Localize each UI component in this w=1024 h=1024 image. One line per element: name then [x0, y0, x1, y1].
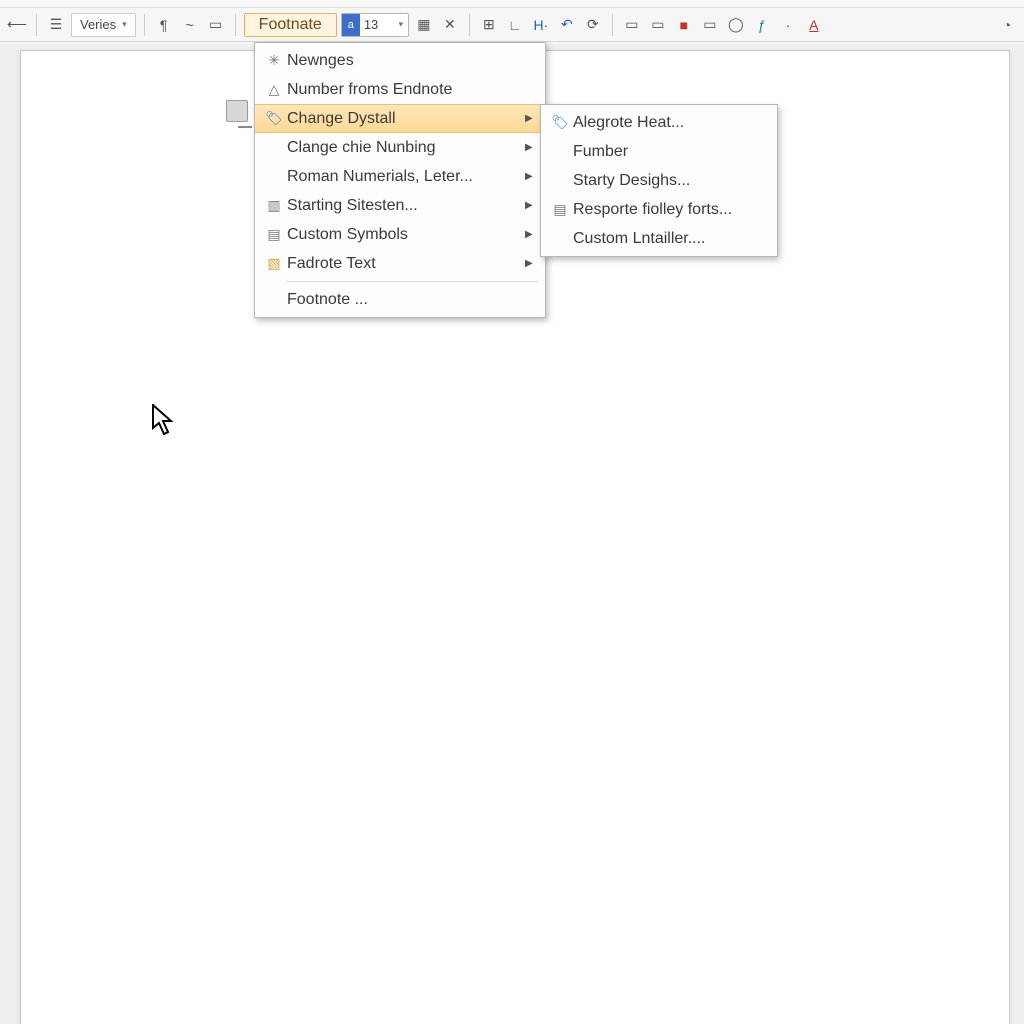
blank-icon: [261, 290, 287, 310]
submenu-item-custom-lntailler[interactable]: Custom Lntailler....: [541, 224, 777, 253]
submenu-arrow-icon: ▶: [525, 171, 535, 182]
spark-icon: ✳: [261, 51, 287, 71]
chevron-down-icon: ▾: [394, 19, 408, 30]
toolbar-icon[interactable]: ▦: [413, 14, 435, 36]
menu-item-label: Resporte fiolley forts...: [573, 201, 767, 219]
toolbar-separator: [36, 14, 37, 36]
paragraph-style-icon[interactable]: ☰: [45, 14, 67, 36]
back-button[interactable]: ⟵: [6, 14, 28, 36]
menu-item-label: Footnote ...: [287, 291, 535, 309]
toolbar-icon[interactable]: ▭: [205, 14, 227, 36]
chevron-down-icon: ▾: [122, 19, 127, 30]
toolbar-icon[interactable]: ■: [673, 14, 695, 36]
toolbar-icon[interactable]: ↶: [556, 14, 578, 36]
menu-item-footnote[interactable]: Footnote ...: [255, 285, 545, 314]
submenu-arrow-icon: ▶: [525, 229, 535, 240]
menu-item-roman-numerals[interactable]: Roman Numerials, Leter... ▶: [255, 162, 545, 191]
footnote-menu-button[interactable]: Footnate: [244, 13, 337, 37]
toolbar-icon[interactable]: ∟: [504, 14, 526, 36]
menu-item-label: Fadrote Text: [287, 255, 525, 273]
toolbar-icon[interactable]: ƒ: [751, 14, 773, 36]
toolbar-separator: [469, 14, 470, 36]
menu-item-label: Custom Symbols: [287, 226, 525, 244]
tag-icon: 🏷: [547, 113, 573, 133]
menu-item-label: Starty Desighs...: [573, 172, 767, 190]
blank-icon: [547, 171, 573, 191]
font-size-value: 13: [360, 17, 394, 32]
menu-item-custom-symbols[interactable]: ▤ Custom Symbols ▶: [255, 220, 545, 249]
submenu-item-fumber[interactable]: Fumber: [541, 137, 777, 166]
change-dystall-submenu: 🏷 Alegrote Heat... Fumber Starty Desighs…: [540, 104, 778, 257]
footnote-menu-label: Footnate: [259, 16, 322, 34]
menu-item-number-endnote[interactable]: △ Number froms Endnote: [255, 75, 545, 104]
page-marker-icon: [226, 100, 248, 122]
blank-icon: [261, 167, 287, 187]
menu-item-label: Fumber: [573, 143, 767, 161]
menu-separator: [287, 281, 539, 282]
menu-item-label: Roman Numerials, Leter...: [287, 168, 525, 186]
toolbar-icon[interactable]: ⊞: [478, 14, 500, 36]
submenu-arrow-icon: ▶: [525, 113, 535, 124]
toolbar-icon[interactable]: ◯: [725, 14, 747, 36]
blank-icon: [547, 142, 573, 162]
submenu-item-starty-designs[interactable]: Starty Desighs...: [541, 166, 777, 195]
menu-item-label: Newnges: [287, 52, 535, 70]
toolbar-icon[interactable]: ◔: [996, 14, 1018, 36]
menu-item-label: Custom Lntailler....: [573, 230, 767, 248]
menu-item-clange-nunbing[interactable]: Clange chie Nunbing ▶: [255, 133, 545, 162]
menu-item-change-dystall[interactable]: 🏷 Change Dystall ▶: [255, 104, 545, 133]
blank-icon: [261, 138, 287, 158]
footnote-dropdown-menu: ✳ Newnges △ Number froms Endnote 🏷 Chang…: [254, 42, 546, 318]
page-marker-line: [238, 126, 252, 128]
paragraph-style-label: Veries: [80, 17, 116, 32]
menu-item-label: Clange chie Nunbing: [287, 139, 525, 157]
toolbar-icon[interactable]: ▭: [647, 14, 669, 36]
toolbar-icon[interactable]: ▭: [699, 14, 721, 36]
toolbar-separator: [612, 14, 613, 36]
menu-item-label: Starting Sitesten...: [287, 197, 525, 215]
triangle-underline-icon: △: [261, 80, 287, 100]
menu-item-starting-sitesten[interactable]: ▥ Starting Sitesten... ▶: [255, 191, 545, 220]
doc-icon: ▤: [547, 200, 573, 220]
font-size-icon: a: [342, 14, 360, 36]
submenu-arrow-icon: ▶: [525, 200, 535, 211]
toolbar-icon[interactable]: ~: [179, 14, 201, 36]
toolbar-separator: [144, 14, 145, 36]
tag-icon: 🏷: [261, 109, 287, 129]
submenu-arrow-icon: ▶: [525, 142, 535, 153]
menu-item-fadrote-text[interactable]: ▧ Fadrote Text ▶: [255, 249, 545, 278]
paragraph-style-dropdown[interactable]: Veries ▾: [71, 13, 136, 37]
font-color-icon[interactable]: A: [803, 14, 825, 36]
menu-item-label: Number froms Endnote: [287, 81, 535, 99]
toolbar: ⟵ ☰ Veries ▾ ¶ ~ ▭ Footnate a 13 ▾ ▦ ✕ ⊞…: [0, 8, 1024, 42]
menubar: [0, 0, 1024, 8]
submenu-item-alegrote-heat[interactable]: 🏷 Alegrote Heat...: [541, 108, 777, 137]
toolbar-separator: [235, 14, 236, 36]
menu-item-newnges[interactable]: ✳ Newnges: [255, 46, 545, 75]
toolbar-icon[interactable]: ·: [777, 14, 799, 36]
list-icon: ▥: [261, 196, 287, 216]
toolbar-icon[interactable]: ⟳: [582, 14, 604, 36]
close-icon[interactable]: ✕: [439, 14, 461, 36]
menu-item-label: Alegrote Heat...: [573, 114, 767, 132]
note-icon: ▧: [261, 254, 287, 274]
blank-icon: [547, 229, 573, 249]
font-size-dropdown[interactable]: a 13 ▾: [341, 13, 409, 37]
toolbar-icon[interactable]: ▭: [621, 14, 643, 36]
menu-item-label: Change Dystall: [287, 110, 525, 128]
toolbar-icon[interactable]: ¶: [153, 14, 175, 36]
submenu-arrow-icon: ▶: [525, 258, 535, 269]
submenu-item-resporte-forts[interactable]: ▤ Resporte fiolley forts...: [541, 195, 777, 224]
toolbar-icon[interactable]: H·: [530, 14, 552, 36]
list-icon: ▤: [261, 225, 287, 245]
